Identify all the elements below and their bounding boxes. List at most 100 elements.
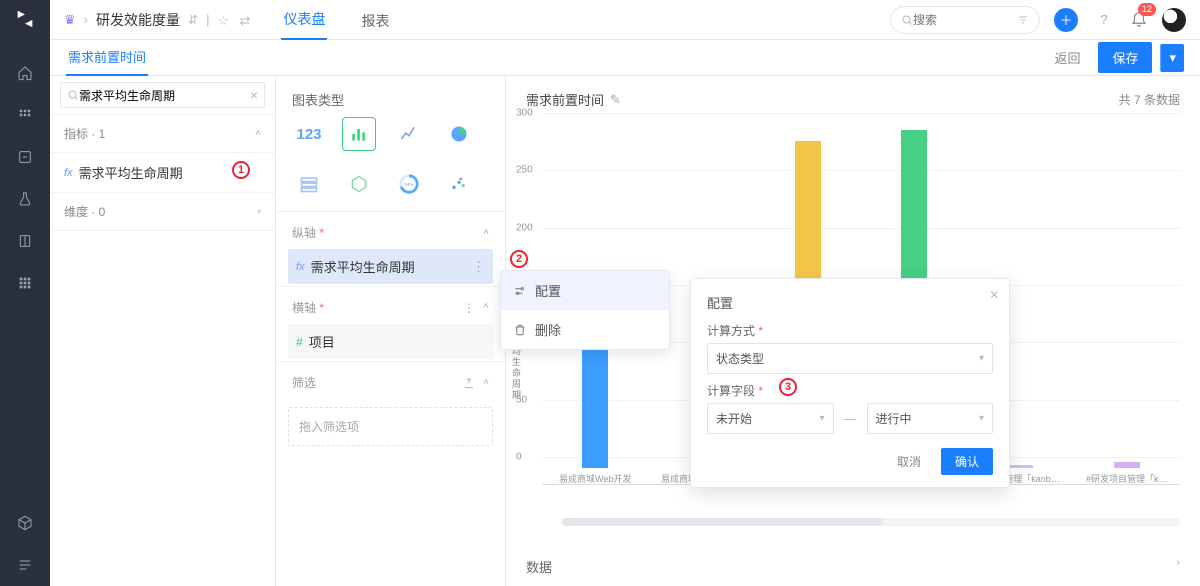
- chart-type-bar[interactable]: [342, 117, 376, 151]
- tab-dashboard[interactable]: 仪表盘: [281, 0, 327, 40]
- chart-title: 需求前置时间: [526, 90, 604, 109]
- help-icon[interactable]: ?: [1092, 8, 1116, 32]
- bar[interactable]: [1007, 465, 1033, 468]
- filter-icon[interactable]: [1017, 14, 1029, 26]
- hash-icon: #: [296, 335, 303, 349]
- chart-type-line[interactable]: [392, 117, 426, 151]
- chart-type-gauge[interactable]: 84%: [392, 167, 426, 201]
- chart-type-table[interactable]: [292, 167, 326, 201]
- filter-section[interactable]: 筛选 ˄: [276, 361, 505, 397]
- trash-icon: [513, 323, 527, 337]
- notifications-badge: 12: [1138, 3, 1156, 16]
- x-category: #研发项目管理「k…: [1086, 472, 1168, 485]
- x-axis-label: 横轴: [292, 301, 316, 315]
- horizontal-scrollbar[interactable]: [562, 518, 1180, 526]
- y-tick: 0: [516, 452, 522, 463]
- home-icon[interactable]: [14, 62, 36, 84]
- svg-text:84%: 84%: [404, 182, 413, 187]
- y-tick: 200: [516, 222, 533, 233]
- global-search[interactable]: [890, 6, 1040, 34]
- back-button[interactable]: 返回: [1044, 42, 1090, 73]
- field-search-input[interactable]: [79, 88, 250, 102]
- field-search[interactable]: ×: [60, 82, 265, 108]
- swap-icon[interactable]: ⇄: [239, 13, 253, 27]
- grid-icon[interactable]: [14, 104, 36, 126]
- book-icon[interactable]: [14, 230, 36, 252]
- calc-method-label: 计算方式: [707, 324, 755, 338]
- y-axis-section[interactable]: 纵轴 * ˄: [276, 211, 505, 247]
- metrics-section-label: 指标 · 1: [64, 125, 105, 142]
- menu-item-delete[interactable]: 删除: [501, 310, 669, 349]
- search-icon: [67, 89, 79, 101]
- menu-item-configure[interactable]: 配置: [501, 271, 669, 310]
- chevron-updown-icon[interactable]: ⇵: [188, 13, 198, 27]
- data-section-title: 数据: [526, 557, 552, 576]
- breadcrumb-project[interactable]: 研发效能度量: [96, 10, 180, 30]
- field-to-select[interactable]: 进行中▾: [867, 403, 994, 434]
- chevron-right-icon: ›: [258, 206, 261, 217]
- tab-report[interactable]: 报表: [359, 1, 391, 40]
- crown-icon: ♛: [64, 12, 76, 28]
- x-axis-item[interactable]: # 项目: [288, 324, 493, 359]
- cancel-button[interactable]: 取消: [885, 448, 933, 475]
- confirm-button[interactable]: 确认: [941, 448, 993, 475]
- metrics-section[interactable]: 指标 · 1 ˄: [50, 114, 275, 153]
- add-button[interactable]: ＋: [1054, 8, 1078, 32]
- metric-item-label: 需求平均生命周期: [79, 163, 183, 182]
- chart-type-number[interactable]: 123: [292, 117, 326, 151]
- y-axis-item-label: 需求平均生命周期: [311, 257, 415, 276]
- filter-label: 筛选: [292, 374, 316, 391]
- scrollbar-thumb[interactable]: [562, 518, 883, 526]
- chevron-up-icon: ˄: [255, 128, 261, 139]
- metric-item[interactable]: fx 需求平均生命周期 1: [50, 153, 275, 192]
- save-dropdown[interactable]: ▾: [1160, 44, 1184, 72]
- app-logo-icon: [14, 8, 36, 30]
- x-category: 易成商城Web开发: [559, 472, 631, 485]
- function-icon: fx: [64, 167, 73, 179]
- filter-dropzone[interactable]: 拖入筛选项: [288, 407, 493, 446]
- close-icon[interactable]: ×: [990, 287, 999, 305]
- cube-icon[interactable]: [14, 512, 36, 534]
- notifications-icon[interactable]: 12: [1130, 9, 1148, 30]
- left-rail: [0, 0, 50, 586]
- y-tick: 250: [516, 165, 533, 176]
- annotation-2: 2: [510, 250, 528, 268]
- flask-icon[interactable]: [14, 188, 36, 210]
- header: ♛ › 研发效能度量 ⇵ | ☆ ⇄ 仪表盘 报表 ＋ ? 12: [50, 0, 1200, 40]
- menu-item-configure-label: 配置: [535, 281, 561, 300]
- fields-panel: × 指标 · 1 ˄ fx 需求平均生命周期 1 维度 · 0 ›: [50, 76, 276, 586]
- annotation-1: 1: [232, 161, 250, 179]
- save-button[interactable]: 保存: [1098, 42, 1152, 73]
- calc-method-select[interactable]: 状态类型▾: [707, 343, 993, 374]
- chart-type-pie[interactable]: [442, 117, 476, 151]
- chevron-up-icon: ˄: [483, 377, 489, 389]
- chart-type-title: 图表类型: [276, 76, 505, 117]
- y-tick: 50: [516, 394, 527, 405]
- collapse-icon[interactable]: [14, 554, 36, 576]
- global-search-input[interactable]: [913, 13, 1017, 27]
- star-icon[interactable]: ☆: [217, 13, 231, 27]
- apps-icon[interactable]: [14, 272, 36, 294]
- more-icon[interactable]: ⋮: [472, 259, 485, 275]
- field-to-value: 进行中: [876, 410, 912, 427]
- x-axis-section[interactable]: 横轴 * ⋮˄: [276, 286, 505, 322]
- edit-icon[interactable]: ✎: [610, 92, 621, 108]
- dimensions-section[interactable]: 维度 · 0 ›: [50, 192, 275, 231]
- chart-type-radar[interactable]: [342, 167, 376, 201]
- config-panel: 图表类型 123 84% 纵轴 * ˄ fx 需求平均生命周期 ⋮ 横轴 * ⋮…: [276, 76, 506, 586]
- menu-item-delete-label: 删除: [535, 320, 561, 339]
- project-icon[interactable]: [14, 146, 36, 168]
- dash-icon: —: [844, 411, 857, 426]
- chevron-right-icon[interactable]: ›: [1177, 557, 1180, 576]
- chart-type-picker: 123 84%: [276, 117, 505, 211]
- y-axis-item[interactable]: fx 需求平均生命周期 ⋮: [288, 249, 493, 284]
- avatar[interactable]: [1162, 8, 1186, 32]
- bar[interactable]: [1114, 462, 1140, 468]
- export-icon[interactable]: [463, 377, 475, 389]
- clear-icon[interactable]: ×: [250, 87, 258, 103]
- configure-popover: × 配置 计算方式 * 状态类型▾ 计算字段 * 3 未开始▾ — 进行中▾ 取…: [690, 278, 1010, 488]
- chart-type-scatter[interactable]: [442, 167, 476, 201]
- sub-tab[interactable]: 需求前置时间: [66, 39, 148, 76]
- field-from-select[interactable]: 未开始▾: [707, 403, 834, 434]
- more-icon[interactable]: ⋮: [463, 301, 475, 315]
